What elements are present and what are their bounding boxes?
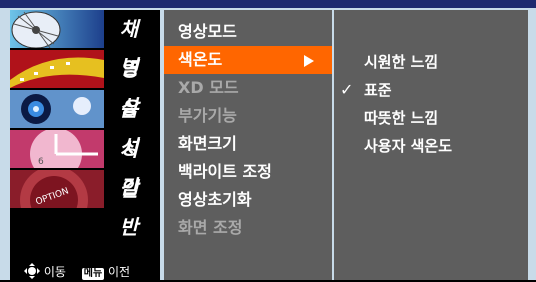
- clock-icon: 6: [10, 130, 104, 168]
- category-column: 채 널 영 상 음 성 6 시 간 OPTION 일 반 이동 메뉴 이전: [10, 10, 160, 280]
- menu-item-color-temperature[interactable]: 색온도: [164, 46, 332, 74]
- option-warm[interactable]: 따뜻한 느낌: [334, 104, 528, 132]
- frame-top-bar: [0, 0, 536, 8]
- category-label: 시 간: [119, 137, 145, 199]
- speaker-icon: [10, 90, 104, 128]
- menu-item-advanced: 부가기능: [178, 106, 237, 125]
- menu-item-picture-reset[interactable]: 영상초기화: [164, 186, 332, 214]
- option-user[interactable]: 사용자 색온도: [334, 132, 528, 160]
- category-label: 영 상: [119, 57, 145, 119]
- category-label: 채 널: [119, 17, 145, 79]
- menu-key-icon: 메뉴: [81, 268, 105, 280]
- check-icon: ✓: [340, 80, 354, 99]
- category-picture[interactable]: 영 상: [10, 50, 160, 119]
- direction-pad-icon: [24, 263, 40, 282]
- menu-item-aspect-ratio[interactable]: 화면크기: [164, 130, 332, 158]
- submenu-arrow-icon: [304, 55, 314, 67]
- color-temperature-submenu: 시원한 느낌 ✓ 표준 따뜻한 느낌 사용자 색온도: [334, 10, 528, 280]
- menu-item-screen-adjust: 화면 조정: [178, 218, 243, 237]
- nav-hint: 이동 메뉴 이전: [24, 263, 130, 282]
- category-time[interactable]: 6 시 간: [10, 130, 160, 199]
- category-channel[interactable]: 채 널: [10, 10, 160, 79]
- option-cool[interactable]: 시원한 느낌: [334, 48, 528, 76]
- move-label: 이동: [43, 265, 66, 279]
- svg-text:6: 6: [38, 157, 44, 167]
- category-audio[interactable]: 음 성: [10, 90, 160, 159]
- category-label: 음 성: [119, 97, 145, 159]
- option-standard[interactable]: ✓ 표준: [334, 76, 528, 104]
- category-general[interactable]: OPTION 일 반: [10, 170, 160, 239]
- satellite-dish-icon: [10, 10, 104, 48]
- picture-menu: 영상모드 색온도 XD 모드 부가기능 화면크기 백라이트 조정 영상초기화 화…: [164, 10, 332, 280]
- menu-item-backlight[interactable]: 백라이트 조정: [164, 158, 332, 186]
- category-label: 일 반: [119, 177, 145, 239]
- film-strip-icon: [10, 50, 104, 88]
- option-dial-icon: OPTION: [10, 170, 104, 208]
- menu-item-picture-mode[interactable]: 영상모드: [164, 18, 332, 46]
- menu-item-xd-mode: XD 모드: [178, 78, 239, 97]
- back-label: 이전: [107, 265, 131, 279]
